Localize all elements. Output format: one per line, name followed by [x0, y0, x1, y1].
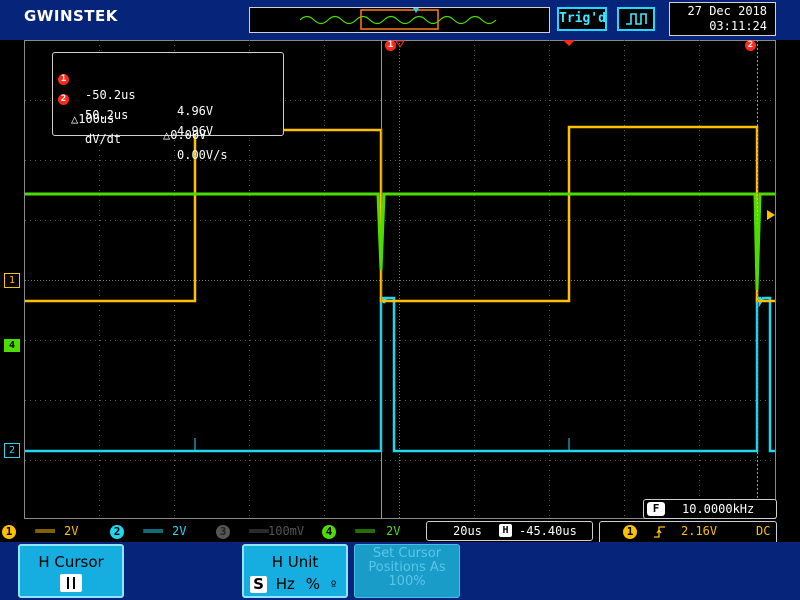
time-label: 03:11:24 — [709, 19, 767, 33]
unit-degree-option[interactable]: º — [331, 578, 337, 592]
timebase-scale: 20us — [453, 524, 482, 538]
trigger-status-indicator: Trig'd — [557, 7, 607, 31]
cursor-readout-panel: 1 -50.2us 4.96V 2 50.2us 4.96V △100us △0… — [52, 52, 284, 162]
ch4-status[interactable]: 4 ═══ 2V — [322, 523, 400, 539]
cursor-1-tag[interactable]: 1 — [385, 40, 396, 51]
ch2-trace — [25, 296, 775, 453]
ch2-scale: 2V — [172, 524, 187, 538]
set-cursor-positions-softkey[interactable]: Set Cursor Positions As 100% — [354, 544, 460, 598]
h-unit-label: H Unit — [271, 553, 319, 571]
pulse-icon — [617, 7, 655, 31]
h-cursor-label: H Cursor — [38, 553, 104, 571]
unit-seconds-option[interactable]: S — [250, 576, 267, 593]
cursor-2-tag[interactable]: 2 — [745, 40, 756, 51]
frequency-value: 10.0000kHz — [682, 502, 755, 516]
trigger-level: 2.16V — [681, 524, 718, 538]
top-bar: GWINSTEK Trig'd 27 Dec 2018 03:11:24 — [0, 0, 800, 40]
ch2-ground-marker[interactable]: 2 — [4, 443, 20, 458]
dc-coupling-icon: ═══ — [143, 524, 163, 538]
waveform-overview — [249, 7, 550, 33]
dc-coupling-icon: ═══ — [35, 524, 55, 538]
ch1-ground-marker[interactable]: 1 — [4, 273, 20, 288]
overview-window — [360, 9, 439, 30]
ch4-badge: 4 — [322, 524, 336, 539]
ch2-status[interactable]: 2 ═══ 2V — [110, 523, 186, 539]
horizontal-position: -45.40us — [519, 524, 577, 538]
ch4-scale: 2V — [386, 524, 401, 538]
brand-logo: GWINSTEK — [24, 7, 118, 25]
ch2-badge: 2 — [110, 524, 124, 539]
frequency-counter: F 10.0000kHz — [643, 499, 777, 519]
dvdt-value: 0.00V/s — [177, 148, 228, 162]
ch1-status[interactable]: 1 ═══ 2V — [2, 523, 78, 539]
date-label: 27 Dec 2018 — [687, 4, 767, 18]
set-cursor-label: Set Cursor Positions As 100% — [368, 546, 446, 589]
h-unit-softkey[interactable]: H Unit S Hz % º — [242, 544, 348, 598]
horizontal-position-icon: H — [499, 524, 512, 537]
dc-coupling-icon: ═══ — [355, 524, 375, 538]
ch1-badge: 1 — [2, 524, 16, 539]
timebase-readout[interactable]: 20us H -45.40us — [426, 521, 593, 541]
ch3-badge: 3 — [216, 524, 230, 539]
trigger-level-marker — [767, 210, 775, 220]
trigger-source-badge: 1 — [623, 525, 637, 539]
dvdt-label: dV/dt — [85, 132, 122, 146]
trigger-position-marker — [563, 40, 575, 46]
overview-waveform — [299, 8, 497, 30]
trigger-coupling: DC — [756, 524, 771, 538]
waveform-display[interactable]: 1 2 1 4 2 1 -50.2us 4.96V 2 50.2us 4.96V… — [0, 40, 800, 520]
rising-edge-icon — [654, 526, 665, 538]
ch3-status[interactable]: 3 ═══ 100mV — [216, 523, 304, 539]
frequency-badge: F — [647, 502, 665, 516]
ch4-ground-marker[interactable]: 4 — [4, 339, 20, 352]
unit-percent-option[interactable]: % — [306, 575, 320, 593]
unit-hz-option[interactable]: Hz — [276, 575, 295, 593]
ch3-scale: 100mV — [268, 524, 305, 538]
ch1-scale: 2V — [64, 524, 79, 538]
date-time-display: 27 Dec 2018 03:11:24 — [669, 2, 776, 36]
h-cursor-softkey[interactable]: H Cursor — [18, 544, 124, 598]
cursor-lines-icon — [60, 574, 82, 592]
softkey-menu: H Cursor H Unit S Hz % º Set Cursor Posi… — [0, 542, 800, 600]
dc-coupling-icon: ═══ — [249, 524, 269, 538]
